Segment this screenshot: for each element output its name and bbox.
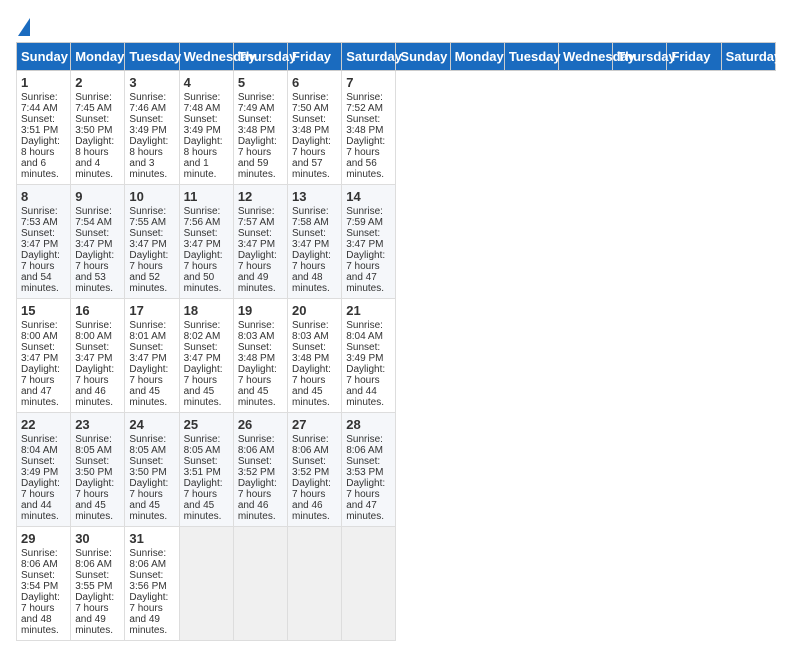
day-number: 25 bbox=[184, 417, 229, 432]
calendar-cell: 1Sunrise: 7:44 AMSunset: 3:51 PMDaylight… bbox=[17, 71, 71, 185]
calendar-cell: 13Sunrise: 7:58 AMSunset: 3:47 PMDayligh… bbox=[288, 185, 342, 299]
calendar-cell: 26Sunrise: 8:06 AMSunset: 3:52 PMDayligh… bbox=[233, 413, 287, 527]
calendar-cell bbox=[179, 527, 233, 641]
day-number: 10 bbox=[129, 189, 174, 204]
day-number: 19 bbox=[238, 303, 283, 318]
day-number: 6 bbox=[292, 75, 337, 90]
week-row-4: 22Sunrise: 8:04 AMSunset: 3:49 PMDayligh… bbox=[17, 413, 776, 527]
week-row-3: 15Sunrise: 8:00 AMSunset: 3:47 PMDayligh… bbox=[17, 299, 776, 413]
day-number: 7 bbox=[346, 75, 391, 90]
day-number: 3 bbox=[129, 75, 174, 90]
day-number: 30 bbox=[75, 531, 120, 546]
calendar-cell: 11Sunrise: 7:56 AMSunset: 3:47 PMDayligh… bbox=[179, 185, 233, 299]
calendar-cell: 31Sunrise: 8:06 AMSunset: 3:56 PMDayligh… bbox=[125, 527, 179, 641]
calendar-cell: 20Sunrise: 8:03 AMSunset: 3:48 PMDayligh… bbox=[288, 299, 342, 413]
day-number: 14 bbox=[346, 189, 391, 204]
calendar-cell: 14Sunrise: 7:59 AMSunset: 3:47 PMDayligh… bbox=[342, 185, 396, 299]
day-number: 12 bbox=[238, 189, 283, 204]
calendar-cell: 3Sunrise: 7:46 AMSunset: 3:49 PMDaylight… bbox=[125, 71, 179, 185]
calendar-cell bbox=[288, 527, 342, 641]
day-number: 4 bbox=[184, 75, 229, 90]
calendar-cell: 9Sunrise: 7:54 AMSunset: 3:47 PMDaylight… bbox=[71, 185, 125, 299]
calendar-cell: 7Sunrise: 7:52 AMSunset: 3:48 PMDaylight… bbox=[342, 71, 396, 185]
header-thursday: Thursday bbox=[613, 43, 667, 71]
calendar-cell: 12Sunrise: 7:57 AMSunset: 3:47 PMDayligh… bbox=[233, 185, 287, 299]
week-row-5: 29Sunrise: 8:06 AMSunset: 3:54 PMDayligh… bbox=[17, 527, 776, 641]
header-thursday: Thursday bbox=[233, 43, 287, 71]
day-number: 31 bbox=[129, 531, 174, 546]
header-tuesday: Tuesday bbox=[125, 43, 179, 71]
calendar-cell: 25Sunrise: 8:05 AMSunset: 3:51 PMDayligh… bbox=[179, 413, 233, 527]
page-header bbox=[16, 16, 776, 34]
day-number: 21 bbox=[346, 303, 391, 318]
day-number: 2 bbox=[75, 75, 120, 90]
calendar-cell: 21Sunrise: 8:04 AMSunset: 3:49 PMDayligh… bbox=[342, 299, 396, 413]
header-row: SundayMondayTuesdayWednesdayThursdayFrid… bbox=[17, 43, 776, 71]
day-number: 8 bbox=[21, 189, 66, 204]
calendar-table: SundayMondayTuesdayWednesdayThursdayFrid… bbox=[16, 42, 776, 641]
header-saturday: Saturday bbox=[342, 43, 396, 71]
day-number: 27 bbox=[292, 417, 337, 432]
calendar-cell: 22Sunrise: 8:04 AMSunset: 3:49 PMDayligh… bbox=[17, 413, 71, 527]
header-monday: Monday bbox=[71, 43, 125, 71]
day-number: 11 bbox=[184, 189, 229, 204]
day-number: 5 bbox=[238, 75, 283, 90]
calendar-cell: 4Sunrise: 7:48 AMSunset: 3:49 PMDaylight… bbox=[179, 71, 233, 185]
header-friday: Friday bbox=[288, 43, 342, 71]
day-number: 26 bbox=[238, 417, 283, 432]
day-number: 28 bbox=[346, 417, 391, 432]
calendar-cell: 17Sunrise: 8:01 AMSunset: 3:47 PMDayligh… bbox=[125, 299, 179, 413]
day-number: 20 bbox=[292, 303, 337, 318]
header-wednesday: Wednesday bbox=[179, 43, 233, 71]
day-number: 18 bbox=[184, 303, 229, 318]
day-number: 29 bbox=[21, 531, 66, 546]
calendar-cell: 19Sunrise: 8:03 AMSunset: 3:48 PMDayligh… bbox=[233, 299, 287, 413]
calendar-cell: 18Sunrise: 8:02 AMSunset: 3:47 PMDayligh… bbox=[179, 299, 233, 413]
day-number: 17 bbox=[129, 303, 174, 318]
week-row-1: 1Sunrise: 7:44 AMSunset: 3:51 PMDaylight… bbox=[17, 71, 776, 185]
calendar-cell: 24Sunrise: 8:05 AMSunset: 3:50 PMDayligh… bbox=[125, 413, 179, 527]
calendar-cell: 8Sunrise: 7:53 AMSunset: 3:47 PMDaylight… bbox=[17, 185, 71, 299]
calendar-cell: 10Sunrise: 7:55 AMSunset: 3:47 PMDayligh… bbox=[125, 185, 179, 299]
day-number: 16 bbox=[75, 303, 120, 318]
logo bbox=[16, 16, 32, 34]
day-number: 15 bbox=[21, 303, 66, 318]
header-sunday: Sunday bbox=[396, 43, 450, 71]
calendar-cell: 29Sunrise: 8:06 AMSunset: 3:54 PMDayligh… bbox=[17, 527, 71, 641]
calendar-cell: 23Sunrise: 8:05 AMSunset: 3:50 PMDayligh… bbox=[71, 413, 125, 527]
header-saturday: Saturday bbox=[721, 43, 775, 71]
calendar-cell: 28Sunrise: 8:06 AMSunset: 3:53 PMDayligh… bbox=[342, 413, 396, 527]
day-number: 9 bbox=[75, 189, 120, 204]
header-sunday: Sunday bbox=[17, 43, 71, 71]
calendar-cell bbox=[342, 527, 396, 641]
header-friday: Friday bbox=[667, 43, 721, 71]
day-number: 24 bbox=[129, 417, 174, 432]
calendar-cell bbox=[233, 527, 287, 641]
header-tuesday: Tuesday bbox=[504, 43, 558, 71]
day-number: 1 bbox=[21, 75, 66, 90]
calendar-cell: 15Sunrise: 8:00 AMSunset: 3:47 PMDayligh… bbox=[17, 299, 71, 413]
day-number: 22 bbox=[21, 417, 66, 432]
calendar-cell: 30Sunrise: 8:06 AMSunset: 3:55 PMDayligh… bbox=[71, 527, 125, 641]
header-wednesday: Wednesday bbox=[559, 43, 613, 71]
calendar-cell: 6Sunrise: 7:50 AMSunset: 3:48 PMDaylight… bbox=[288, 71, 342, 185]
calendar-cell: 2Sunrise: 7:45 AMSunset: 3:50 PMDaylight… bbox=[71, 71, 125, 185]
calendar-cell: 5Sunrise: 7:49 AMSunset: 3:48 PMDaylight… bbox=[233, 71, 287, 185]
header-monday: Monday bbox=[450, 43, 504, 71]
day-number: 23 bbox=[75, 417, 120, 432]
day-number: 13 bbox=[292, 189, 337, 204]
calendar-cell: 27Sunrise: 8:06 AMSunset: 3:52 PMDayligh… bbox=[288, 413, 342, 527]
calendar-cell: 16Sunrise: 8:00 AMSunset: 3:47 PMDayligh… bbox=[71, 299, 125, 413]
logo-icon bbox=[18, 18, 30, 36]
week-row-2: 8Sunrise: 7:53 AMSunset: 3:47 PMDaylight… bbox=[17, 185, 776, 299]
